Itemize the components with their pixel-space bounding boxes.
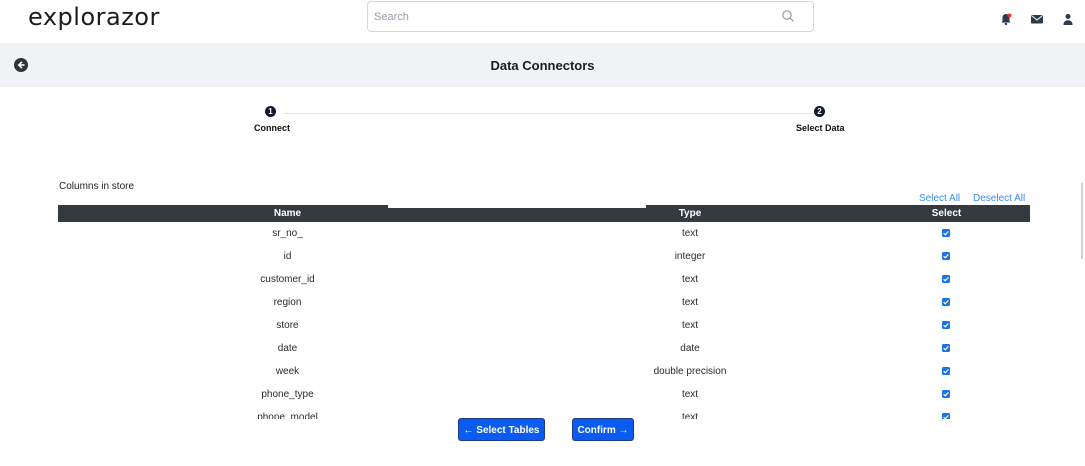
confirm-button[interactable]: Confirm → <box>572 418 634 441</box>
select-checkbox[interactable] <box>942 298 950 306</box>
header-type: Type <box>678 208 702 219</box>
search-icon[interactable] <box>781 9 795 23</box>
table-row: week double precision <box>58 360 1030 383</box>
deselect-all-link[interactable]: Deselect All <box>973 193 1025 204</box>
select-checkbox[interactable] <box>942 344 950 352</box>
step-1-number: 1 <box>265 106 276 117</box>
table-row: region text <box>58 291 1030 314</box>
header-select: Select <box>931 208 962 219</box>
select-all-link[interactable]: Select All <box>919 193 960 204</box>
select-checkbox[interactable] <box>942 413 950 419</box>
page-title: Data Connectors <box>490 58 595 73</box>
step-2-number: 2 <box>814 106 825 117</box>
search-box[interactable]: Search <box>367 1 814 32</box>
mail-icon[interactable] <box>1030 12 1044 26</box>
column-name-cell: id <box>283 251 292 262</box>
select-checkbox[interactable] <box>942 367 950 375</box>
stepper-line <box>283 113 820 114</box>
column-type-cell: date <box>680 343 700 354</box>
column-type-cell: text <box>681 412 699 419</box>
select-tables-button[interactable]: ← Select Tables <box>458 418 545 441</box>
top-bar: explorazor Search <box>0 0 1085 43</box>
select-checkbox[interactable] <box>942 275 950 283</box>
header-name: Name <box>273 208 302 219</box>
column-name-cell: date <box>277 343 298 354</box>
table-header: Name Type Select <box>58 205 1030 222</box>
column-name-cell: phone_type <box>261 389 314 400</box>
column-type-cell: text <box>681 228 699 239</box>
table-row: id integer <box>58 245 1030 268</box>
select-checkbox[interactable] <box>942 229 950 237</box>
table-row: sr_no_ text <box>58 222 1030 245</box>
column-name-cell: week <box>275 366 300 377</box>
column-type-cell: text <box>681 389 699 400</box>
scrollbar[interactable] <box>1081 183 1083 259</box>
app-logo[interactable]: explorazor <box>28 3 160 31</box>
search-input[interactable]: Search <box>374 11 409 23</box>
column-name-cell: store <box>276 320 299 331</box>
header-icons <box>999 12 1075 26</box>
table-body: sr_no_ text id integer customer_id text region… <box>58 222 1030 419</box>
column-name-cell: customer_id <box>260 274 315 285</box>
column-name-cell: phone_model <box>257 412 318 419</box>
column-type-cell: integer <box>674 251 706 262</box>
notification-bell-icon[interactable] <box>999 12 1013 26</box>
column-name-cell: sr_no_ <box>272 228 303 239</box>
table-row: customer_id text <box>58 268 1030 291</box>
step-2-label: Select Data <box>796 123 845 133</box>
column-type-cell: text <box>681 297 699 308</box>
page-header: Data Connectors <box>0 43 1085 87</box>
column-type-cell: double precision <box>653 366 727 377</box>
column-name-cell: region <box>273 297 302 308</box>
step-1-label: Connect <box>254 123 290 133</box>
select-checkbox[interactable] <box>942 321 950 329</box>
table-row: store text <box>58 314 1030 337</box>
select-checkbox[interactable] <box>942 252 950 260</box>
columns-section-label: Columns in store <box>59 181 135 192</box>
table-row: phone_model text <box>58 406 1030 419</box>
user-icon[interactable] <box>1061 12 1075 26</box>
column-type-cell: text <box>681 274 699 285</box>
table-row: date date <box>58 337 1030 360</box>
select-checkbox[interactable] <box>942 390 950 398</box>
table-row: phone_type text <box>58 383 1030 406</box>
column-type-cell: text <box>681 320 699 331</box>
